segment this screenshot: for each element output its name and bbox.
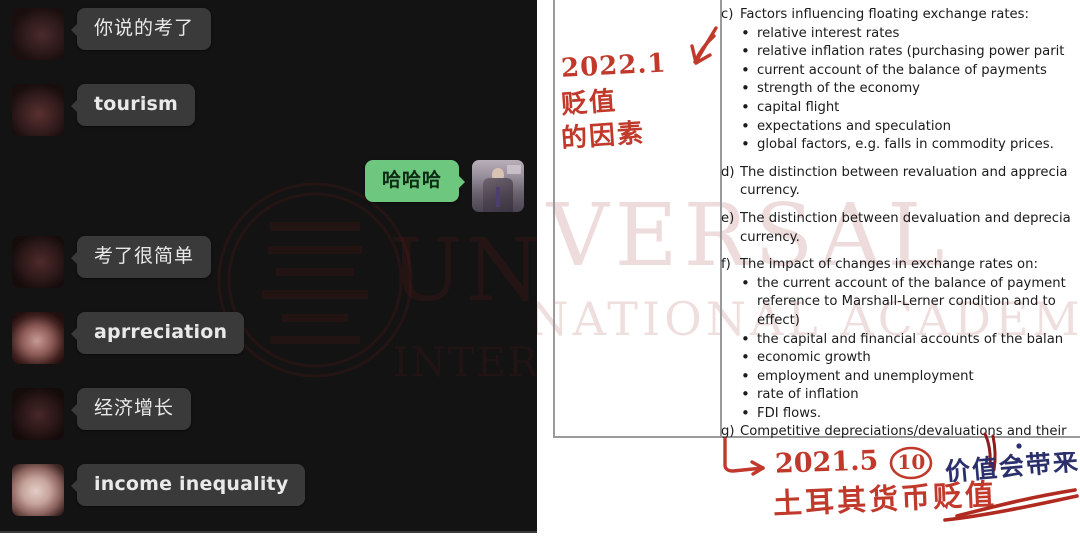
chat-message-outgoing[interactable]: 哈哈哈 — [364, 160, 524, 212]
annotation-line-2: 的因素 — [560, 118, 647, 155]
annotation-badge: 10 — [888, 446, 934, 480]
avatar-badge — [507, 165, 521, 174]
chat-message-incoming[interactable]: 考了很简单 — [12, 236, 212, 288]
avatar[interactable] — [12, 464, 64, 516]
item-text: Factors influencing floating exchange ra… — [740, 7, 1029, 22]
item-label: c) — [721, 7, 734, 22]
list-item: expectations and speculation — [721, 117, 1080, 137]
right-annotation-text: 价值会带来 — [945, 452, 1080, 482]
list-item-line2: reference to Marshall-Lerner condition a… — [757, 294, 1056, 310]
message-bubble[interactable]: 你说的考了 — [70, 8, 212, 50]
list-item: current account of the balance of paymen… — [721, 61, 1080, 81]
avatar-self[interactable] — [472, 160, 524, 212]
bullet-list-c: relative interest rates relative inflati… — [721, 24, 1080, 155]
message-bubble[interactable]: tourism — [70, 84, 196, 126]
annotation-badge-text: 10 — [897, 450, 926, 474]
avatar[interactable] — [12, 236, 64, 288]
item-label: e) — [721, 210, 735, 226]
annotation-date: 2022.1 — [560, 48, 668, 84]
message-bubble[interactable]: aprreciation — [70, 312, 245, 354]
list-item-line3: effect) — [757, 312, 800, 328]
list-item-line1: the current account of the balance of pa… — [757, 275, 1066, 291]
list-item: employment and unemployment — [721, 367, 1080, 387]
chat-message-incoming[interactable]: 你说的考了 — [12, 8, 212, 60]
syllabus-item-f: f) The impact of changes in exchange rat… — [721, 256, 1080, 275]
list-item: rate of inflation — [721, 385, 1080, 405]
item-label: g) — [721, 424, 735, 440]
chat-message-incoming[interactable]: aprreciation — [12, 312, 245, 364]
syllabus-item-d: d) The distinction between revaluation a… — [721, 164, 1080, 183]
bullet-list-f: the current account of the balance of pa… — [721, 274, 1080, 424]
chat-panel: UN INTER 你说的考了 tourism 哈哈哈 考了很简单 aprreci… — [0, 0, 539, 533]
syllabus-item-e: e) The distinction between devaluation a… — [721, 210, 1080, 229]
message-bubble[interactable]: 哈哈哈 — [364, 160, 466, 202]
list-item: relative inflation rates (purchasing pow… — [721, 42, 1080, 62]
arrow-right-icon — [719, 437, 781, 485]
chat-message-incoming[interactable]: 经济增长 — [12, 388, 192, 440]
margin-annotation: 2022.1 贬值 的因素 — [560, 48, 711, 154]
item-text: Competitive depreciations/devaluations a… — [740, 424, 1067, 440]
right-annotation-text-wrap: 价值会带来 — [945, 452, 1080, 482]
avatar[interactable] — [12, 312, 64, 364]
list-item: strength of the economy — [721, 79, 1080, 99]
syllabus-item-d-cont: currency. — [721, 182, 1080, 201]
item-text: The distinction between revaluation and … — [740, 164, 1068, 180]
item-label-spacer — [721, 182, 740, 201]
chat-message-list[interactable]: 你说的考了 tourism 哈哈哈 考了很简单 aprreciation 经济增… — [0, 0, 537, 531]
annotation-line-1: 贬值 — [560, 86, 619, 121]
list-item: global factors, e.g. falls in commodity … — [721, 135, 1080, 155]
syllabus-item-c: c) Factors influencing floating exchange… — [721, 6, 1080, 25]
message-bubble[interactable]: 经济增长 — [70, 388, 192, 430]
item-label-spacer — [721, 229, 740, 248]
annotation-date: 2021.5 — [774, 445, 879, 480]
item-label: f) — [721, 257, 731, 273]
table-border-left — [553, 0, 555, 437]
right-annotation-underline — [939, 486, 1080, 530]
syllabus-item-g: g) Competitive depreciations/devaluation… — [721, 423, 1080, 442]
avatar[interactable] — [12, 8, 64, 60]
item-label: d) — [721, 164, 735, 180]
chat-message-incoming[interactable]: income inequality — [12, 464, 306, 516]
avatar[interactable] — [12, 84, 64, 136]
item-text-line2: currency. — [740, 183, 800, 199]
bottom-annotation-text: 土耳其货币贬值 — [772, 477, 998, 521]
item-text: The distinction between devaluation and … — [740, 210, 1071, 226]
list-item: capital flight — [721, 98, 1080, 118]
list-item: FDI flows. — [721, 404, 1080, 424]
syllabus-text: c) Factors influencing floating exchange… — [721, 0, 1080, 442]
avatar[interactable] — [12, 388, 64, 440]
syllabus-item-e-cont: currency. — [721, 229, 1080, 248]
screenshot-root: UN INTER 你说的考了 tourism 哈哈哈 考了很简单 aprreci… — [0, 0, 1080, 540]
avatar-tie — [495, 187, 501, 207]
chat-message-incoming[interactable]: tourism — [12, 84, 196, 136]
bottom-annotation-date-row: 2021.5 10 — [774, 445, 934, 480]
item-text-line2: currency. — [740, 229, 800, 245]
document-panel: UNIVERSAL INTERNATIONAL ACADEMY c) Facto… — [537, 0, 1080, 540]
message-bubble[interactable]: 考了很简单 — [70, 236, 212, 278]
list-item: the current account of the balance of pa… — [721, 274, 1080, 331]
message-bubble[interactable]: income inequality — [70, 464, 306, 506]
list-item: relative interest rates — [721, 24, 1080, 44]
item-text: The impact of changes in exchange rates … — [740, 257, 1038, 273]
list-item: the capital and financial accounts of th… — [721, 330, 1080, 350]
list-item: economic growth — [721, 348, 1080, 368]
